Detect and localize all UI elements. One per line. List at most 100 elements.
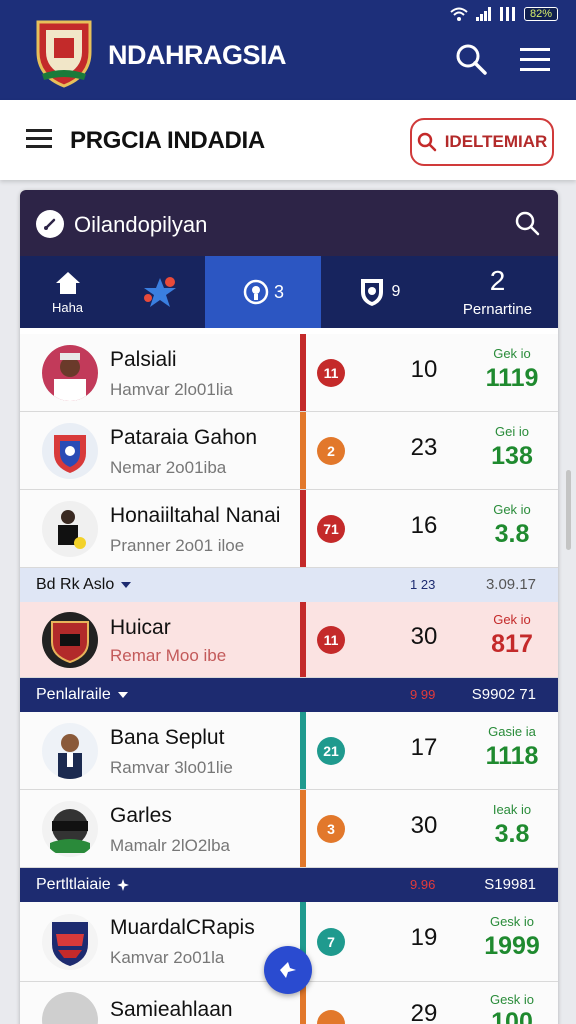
menu-icon[interactable] — [26, 128, 54, 150]
tab-pernartine[interactable]: 2 Pernartine — [437, 256, 558, 328]
table-row[interactable]: Garles Mamalr 2lO2lba 3 30 Ieak io 3.8 — [20, 790, 558, 868]
row-value: 19 — [410, 924, 438, 951]
player-sub: Remar Moo ibe — [110, 646, 227, 665]
action-button[interactable]: IDELTEMIAR — [410, 118, 554, 166]
status-bar-marker — [300, 334, 306, 411]
player-name: Honaiiltahal Nanai — [110, 504, 281, 527]
rank-badge: 21 — [317, 737, 345, 765]
stat-value: 100 — [491, 1008, 533, 1024]
avatar — [42, 914, 98, 970]
standings-card: Oilandopilyan Haha 3 9 2 Pernartine Pals… — [20, 190, 558, 1024]
wifi-icon — [450, 7, 468, 21]
stat-label: Gek io — [493, 612, 531, 627]
signal-icon — [475, 7, 491, 21]
player-sub: Pranner 2o01 iloe — [110, 536, 245, 555]
stat-label: Ieak io — [492, 802, 532, 817]
row-value: 30 — [410, 812, 438, 839]
stats-icon — [243, 279, 269, 305]
scrollbar[interactable] — [566, 470, 571, 550]
avatar — [42, 801, 98, 857]
player-name: Garles — [110, 804, 172, 827]
avatar — [42, 345, 98, 401]
row-value: 17 — [410, 734, 438, 761]
row-value: 29 — [410, 1000, 438, 1024]
app-bar: 82% NDAHRAGSIA — [0, 0, 576, 100]
search-icon — [417, 132, 436, 152]
table-row[interactable]: Huicar Remar Moo ibe 11 30 Gek io 817 — [20, 602, 558, 678]
chevron-down-icon — [121, 582, 132, 588]
tab-label: 9 — [391, 283, 401, 300]
table-row[interactable]: Palsiali Hamvar 2lo01lia 11 10 Gek io 11… — [20, 334, 558, 412]
player-name: Palsiali — [110, 348, 177, 371]
sub-header: PRGCIA INDADIA IDELTEMIAR — [0, 100, 576, 180]
sparkle-icon — [116, 879, 129, 891]
shield-icon — [360, 279, 383, 306]
status-bar-marker — [300, 712, 306, 789]
section-mid: 9.96 — [410, 877, 436, 892]
row-value: 30 — [410, 623, 438, 650]
table-row[interactable]: Honaiiltahal Nanai Pranner 2o01 iloe 71 … — [20, 490, 558, 568]
clock-icon — [36, 210, 64, 238]
tab-home[interactable]: Haha — [20, 256, 115, 328]
stat-value: 1999 — [484, 932, 540, 960]
avatar — [42, 992, 98, 1024]
table-row[interactable]: Bana Seplut Ramvar 3lo01lie 21 17 Gasie … — [20, 712, 558, 790]
tab-label: Haha — [51, 299, 84, 315]
status-bar: 82% — [450, 4, 558, 24]
status-bar-marker — [300, 412, 306, 489]
floating-action-button[interactable] — [264, 946, 312, 994]
stat-label: Gesk io — [489, 914, 535, 929]
section-right: 3.09.17 — [485, 576, 536, 593]
card-title: Oilandopilyan — [74, 212, 208, 237]
stat-label: Gesk io — [489, 992, 535, 1007]
page-title: PRGCIA INDADIA — [70, 127, 265, 154]
tab-number: 2 — [489, 264, 506, 296]
section-header[interactable]: Pertltlaiaie 9.96 S19981 — [20, 868, 558, 902]
search-icon[interactable] — [454, 42, 488, 76]
row-value: 23 — [410, 434, 438, 461]
card-header: Oilandopilyan — [20, 190, 558, 256]
rank-badge — [317, 1010, 345, 1024]
tab-players[interactable] — [115, 256, 205, 328]
stat-value: 138 — [491, 442, 533, 470]
player-name: Huicar — [110, 616, 171, 639]
stat-value: 817 — [491, 630, 533, 658]
crest-logo — [36, 20, 92, 88]
section-label: Pertltlaiaie — [36, 876, 111, 893]
player-name: MuardalCRapis — [110, 916, 255, 939]
tab-teams[interactable]: 9 — [321, 256, 437, 328]
battery-indicator: 82% — [523, 7, 558, 21]
chevron-down-icon — [117, 692, 128, 698]
star-figure-icon — [144, 277, 176, 307]
menu-icon[interactable] — [518, 42, 552, 76]
avatar — [42, 723, 98, 779]
home-icon — [55, 271, 80, 294]
rank-badge: 11 — [317, 359, 345, 387]
status-bar-marker — [300, 790, 306, 867]
table-row[interactable]: Pataraia Gahon Nemar 2o01iba 2 23 Gei io… — [20, 412, 558, 490]
stat-label: Gasie ia — [488, 724, 536, 739]
section-header[interactable]: Bd Rk Aslo 1 23 3.09.17 — [20, 568, 558, 602]
player-sub: Nemar 2o01iba — [110, 458, 227, 477]
player-name: Pataraia Gahon — [110, 426, 258, 449]
status-bar-marker — [300, 602, 306, 677]
tab-label: 3 — [273, 281, 284, 302]
stat-value: 1119 — [485, 364, 539, 392]
avatar — [42, 612, 98, 668]
player-sub: Kamvar 2o01la — [110, 948, 225, 967]
tab-stats[interactable]: 3 — [205, 256, 321, 328]
row-value: 10 — [410, 356, 438, 383]
section-label: Bd Rk Aslo — [36, 576, 115, 593]
player-name: Bana Seplut — [110, 726, 225, 749]
search-icon[interactable] — [514, 210, 540, 236]
signal-icon — [499, 7, 515, 21]
stat-value: 1118 — [485, 742, 539, 770]
stat-value: 3.8 — [494, 520, 530, 548]
section-header[interactable]: Penlalraile 9 99 S9902 71 — [20, 678, 558, 712]
avatar — [42, 423, 98, 479]
section-right: S9902 71 — [471, 686, 536, 703]
avatar — [42, 501, 98, 557]
section-right: S19981 — [484, 876, 536, 893]
fab-icon — [280, 962, 296, 978]
stat-label: Gek io — [493, 502, 531, 517]
